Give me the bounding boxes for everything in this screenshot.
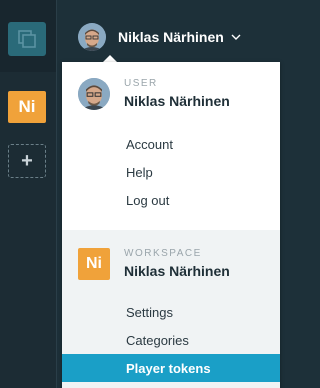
menu-item-log-out[interactable]: Log out — [62, 186, 280, 214]
menu-item-label: Settings — [126, 304, 173, 320]
menu-item-categories[interactable]: Categories — [62, 326, 280, 354]
menu-item-player-tokens[interactable]: Player tokens — [62, 354, 280, 382]
workspace-badge[interactable]: Ni — [8, 91, 46, 123]
add-workspace-button[interactable]: + — [8, 144, 46, 178]
workspace-section-kicker: Workspace — [124, 248, 202, 259]
workspace-badge: Ni — [78, 248, 110, 280]
menu-item-label: Categories — [126, 332, 189, 348]
copy-icon — [18, 30, 36, 48]
menu-item-label: Log out — [126, 192, 170, 208]
dropdown-caret — [103, 55, 117, 62]
header-user-name: Niklas Närhinen — [118, 29, 224, 45]
app-switcher-button[interactable] — [8, 22, 46, 56]
menu-item-account[interactable]: Account — [62, 130, 280, 158]
rail-divider — [56, 0, 57, 388]
avatar — [78, 78, 110, 110]
chevron-down-icon — [231, 33, 241, 41]
user-menu-toggle[interactable]: Niklas Närhinen — [78, 22, 241, 52]
menu-item-label: Account — [126, 136, 173, 152]
workspace-section: Ni Workspace Niklas Närhinen Settings Ca… — [62, 230, 280, 388]
workspace-section-name: Niklas Närhinen — [124, 263, 230, 279]
menu-item-label: Help — [126, 164, 153, 180]
menu-item-label: Player tokens — [126, 360, 211, 376]
menu-item-settings[interactable]: Settings — [62, 298, 280, 326]
user-dropdown-menu: User Niklas Närhinen Account Help Log ou… — [62, 62, 280, 388]
user-section-name: Niklas Närhinen — [124, 93, 230, 109]
user-section-kicker: User — [124, 78, 158, 89]
workspace-section-header: Ni Workspace Niklas Närhinen — [78, 248, 230, 280]
menu-item-help[interactable]: Help — [62, 158, 280, 186]
avatar — [78, 23, 106, 51]
plus-icon: + — [21, 149, 33, 172]
user-section-header: User Niklas Närhinen — [78, 78, 230, 110]
